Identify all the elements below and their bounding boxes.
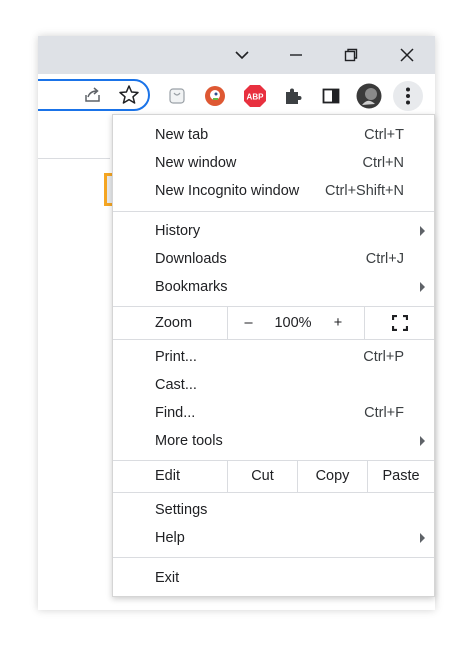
menu-item-label: More tools <box>155 433 223 449</box>
restore-button[interactable] <box>327 36 375 74</box>
chrome-main-menu: New tab Ctrl+T New window Ctrl+N New Inc… <box>112 114 435 597</box>
address-bar[interactable] <box>38 79 150 111</box>
menu-item-label: Downloads <box>155 251 227 267</box>
menu-item-new-incognito-window[interactable]: New Incognito window Ctrl+Shift+N <box>113 177 434 205</box>
zoom-level: 100% <box>269 307 317 339</box>
fullscreen-button[interactable] <box>364 307 434 339</box>
zoom-plus-label: + <box>333 315 343 331</box>
side-panel-icon <box>322 88 340 104</box>
menu-item-label: Settings <box>155 502 208 518</box>
adblock-extension-button[interactable]: ABP <box>240 81 270 111</box>
fullscreen-icon <box>391 315 408 331</box>
zoom-label: Zoom <box>155 315 193 331</box>
extensions-button[interactable] <box>278 81 308 111</box>
menu-separator <box>113 557 434 558</box>
menu-item-label: New Incognito window <box>155 183 300 199</box>
menu-item-shortcut: Ctrl+N <box>362 155 405 171</box>
restore-icon <box>344 48 358 62</box>
menu-item-label: Bookmarks <box>155 279 228 295</box>
submenu-arrow-icon <box>420 533 425 543</box>
abp-text: ABP <box>247 93 265 102</box>
puzzle-icon <box>286 88 302 104</box>
toolbar: ABP <box>38 74 435 118</box>
menu-item-label: History <box>155 223 201 239</box>
profile-button[interactable] <box>354 81 384 111</box>
bookmark-star-icon[interactable] <box>118 84 140 111</box>
menu-item-downloads[interactable]: Downloads Ctrl+J <box>113 245 434 273</box>
submenu-arrow-icon <box>420 226 425 236</box>
zoom-in-button[interactable]: + <box>317 307 359 339</box>
zoom-minus-label: – <box>244 315 253 331</box>
close-button[interactable] <box>383 36 431 74</box>
menu-item-help[interactable]: Help <box>113 524 434 552</box>
menu-item-shortcut: Ctrl+F <box>364 405 404 421</box>
cut-button[interactable]: Cut <box>227 460 297 492</box>
edit-label: Edit <box>155 468 180 484</box>
menu-item-new-tab[interactable]: New tab Ctrl+T <box>113 121 434 149</box>
title-bar <box>38 36 435 74</box>
menu-item-more-tools[interactable]: More tools <box>113 427 434 455</box>
menu-separator <box>113 339 434 340</box>
profile-avatar <box>356 83 382 109</box>
submenu-arrow-icon <box>420 436 425 446</box>
side-panel-button[interactable] <box>316 81 346 111</box>
paste-label: Paste <box>382 468 420 484</box>
menu-item-label: New tab <box>155 127 209 143</box>
adblock-plus-icon: ABP <box>244 85 266 107</box>
menu-item-shortcut: Ctrl+J <box>365 251 404 267</box>
zoom-row: Zoom – 100% + <box>113 307 434 339</box>
menu-item-label: Cast... <box>155 377 197 393</box>
menu-item-print[interactable]: Print... Ctrl+P <box>113 343 434 371</box>
menu-item-cast[interactable]: Cast... <box>113 371 434 399</box>
paste-button[interactable]: Paste <box>367 460 434 492</box>
menu-button[interactable] <box>393 81 423 111</box>
kebab-menu-icon <box>406 87 410 105</box>
chevron-down-icon <box>235 51 249 60</box>
menu-item-bookmarks[interactable]: Bookmarks <box>113 273 434 301</box>
copy-button[interactable]: Copy <box>297 460 367 492</box>
menu-item-history[interactable]: History <box>113 217 434 245</box>
menu-item-find[interactable]: Find... Ctrl+F <box>113 399 434 427</box>
duckduckgo-icon <box>205 86 225 106</box>
menu-item-label: Print... <box>155 349 197 365</box>
zoom-out-button[interactable]: – <box>227 307 269 339</box>
copy-label: Copy <box>315 468 350 484</box>
menu-item-settings[interactable]: Settings <box>113 496 434 524</box>
duckduckgo-extension-button[interactable] <box>200 81 230 111</box>
share-icon[interactable] <box>82 84 104 111</box>
menu-separator <box>113 211 434 212</box>
menu-item-new-window[interactable]: New window Ctrl+N <box>113 149 434 177</box>
menu-item-shortcut: Ctrl+P <box>363 349 404 365</box>
menu-separator <box>113 492 434 493</box>
page-extension-button[interactable] <box>162 81 192 111</box>
menu-item-label: Exit <box>155 570 180 586</box>
close-icon <box>400 48 414 62</box>
menu-item-label: Help <box>155 530 185 546</box>
page-icon <box>169 88 185 104</box>
menu-item-shortcut: Ctrl+Shift+N <box>325 183 404 199</box>
submenu-arrow-icon <box>420 282 425 292</box>
page-divider <box>38 158 110 159</box>
menu-item-exit[interactable]: Exit <box>113 564 434 592</box>
menu-item-shortcut: Ctrl+T <box>364 127 404 143</box>
cut-label: Cut <box>251 468 274 484</box>
menu-item-label: Find... <box>155 405 196 421</box>
minimize-icon <box>290 54 302 56</box>
minimize-button[interactable] <box>272 36 320 74</box>
menu-item-label: New window <box>155 155 237 171</box>
edit-row: Edit Cut Copy Paste <box>113 460 434 492</box>
tab-search-button[interactable] <box>218 36 266 74</box>
zoom-value: 100% <box>274 315 312 331</box>
